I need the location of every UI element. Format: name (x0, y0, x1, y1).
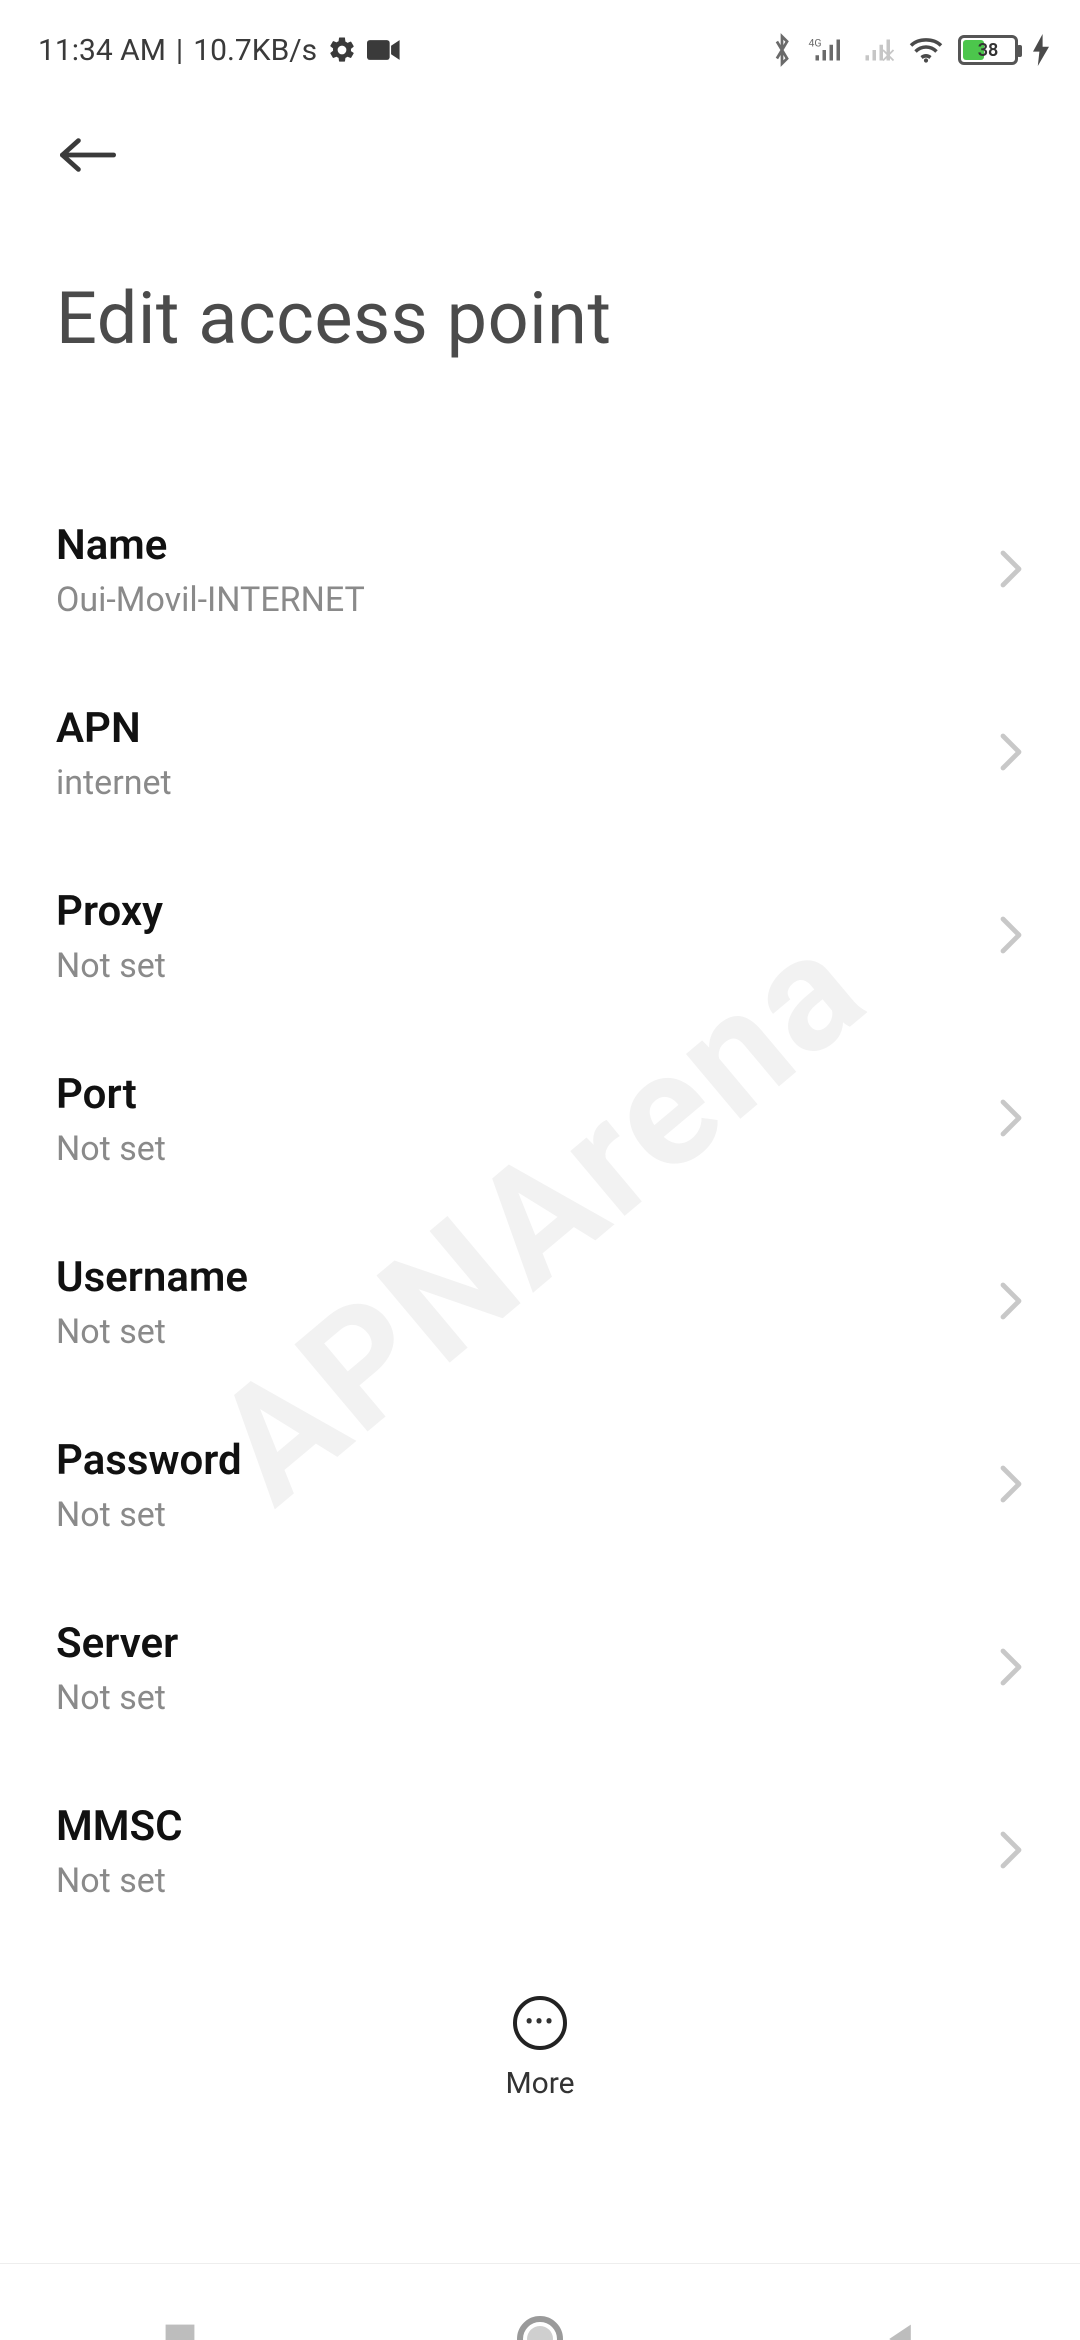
row-value: Not set (56, 1129, 166, 1169)
circle-icon (516, 2315, 564, 2340)
row-port[interactable]: Port Not set (56, 1030, 1024, 1213)
square-icon (162, 2321, 198, 2340)
chevron-right-icon (998, 1464, 1024, 1508)
more-button[interactable]: ••• More (505, 1996, 574, 2101)
row-label: Username (56, 1253, 248, 1302)
nav-bar (0, 2263, 1080, 2340)
battery-percent: 38 (961, 38, 1015, 62)
gear-icon (327, 35, 357, 65)
nav-recent-button[interactable] (140, 2321, 220, 2340)
row-apn[interactable]: APN internet (56, 664, 1024, 847)
row-label: MMSC (56, 1802, 183, 1851)
status-left: 11:34 AM | 10.7KB/s (38, 33, 401, 68)
signal-sim1-icon: 4G (808, 36, 844, 64)
triangle-left-icon (882, 2321, 918, 2340)
row-label: Proxy (56, 887, 166, 936)
row-value: internet (56, 763, 172, 803)
more-label: More (505, 2066, 574, 2101)
more-icon: ••• (513, 1996, 567, 2050)
row-username[interactable]: Username Not set (56, 1213, 1024, 1396)
row-proxy[interactable]: Proxy Not set (56, 847, 1024, 1030)
header: Edit access point (0, 90, 1080, 361)
row-server[interactable]: Server Not set (56, 1579, 1024, 1762)
chevron-right-icon (998, 549, 1024, 593)
row-mmsc[interactable]: MMSC Not set (56, 1762, 1024, 1945)
chevron-right-icon (998, 1830, 1024, 1874)
row-password[interactable]: Password Not set (56, 1396, 1024, 1579)
row-name[interactable]: Name Oui-Movil-INTERNET (56, 481, 1024, 664)
arrow-left-icon (56, 135, 120, 175)
svg-text:4G: 4G (809, 37, 822, 50)
back-button[interactable] (56, 120, 126, 190)
row-value: Oui-Movil-INTERNET (56, 580, 365, 620)
charging-icon (1032, 34, 1050, 66)
bottom-action-bar: ••• More (0, 1966, 1080, 2101)
chevron-right-icon (998, 915, 1024, 959)
page-title: Edit access point (56, 276, 1024, 361)
row-label: Name (56, 521, 365, 570)
video-icon (367, 38, 401, 62)
nav-back-button[interactable] (860, 2321, 940, 2340)
status-time: 11:34 AM (38, 33, 166, 68)
chevron-right-icon (998, 1281, 1024, 1325)
row-label: Port (56, 1070, 166, 1119)
chevron-right-icon (998, 1647, 1024, 1691)
settings-list: Name Oui-Movil-INTERNET APN internet Pro… (0, 481, 1080, 2128)
bluetooth-icon (770, 33, 794, 67)
chevron-right-icon (998, 732, 1024, 776)
status-right: 4G 38 (770, 33, 1050, 67)
row-value: Not set (56, 1312, 248, 1352)
row-value: Not set (56, 1861, 183, 1901)
row-label: Server (56, 1619, 178, 1668)
row-value: Not set (56, 1495, 242, 1535)
status-bar: 11:34 AM | 10.7KB/s 4G 38 (0, 0, 1080, 90)
row-label: APN (56, 704, 172, 753)
status-separator: | (176, 33, 183, 68)
signal-sim2-icon (858, 36, 894, 64)
row-value: Not set (56, 946, 166, 986)
row-value: Not set (56, 1678, 178, 1718)
status-netspeed: 10.7KB/s (193, 33, 317, 68)
chevron-right-icon (998, 1098, 1024, 1142)
nav-home-button[interactable] (500, 2315, 580, 2340)
row-label: Password (56, 1436, 242, 1485)
wifi-icon (908, 35, 944, 65)
battery-icon: 38 (958, 35, 1018, 65)
